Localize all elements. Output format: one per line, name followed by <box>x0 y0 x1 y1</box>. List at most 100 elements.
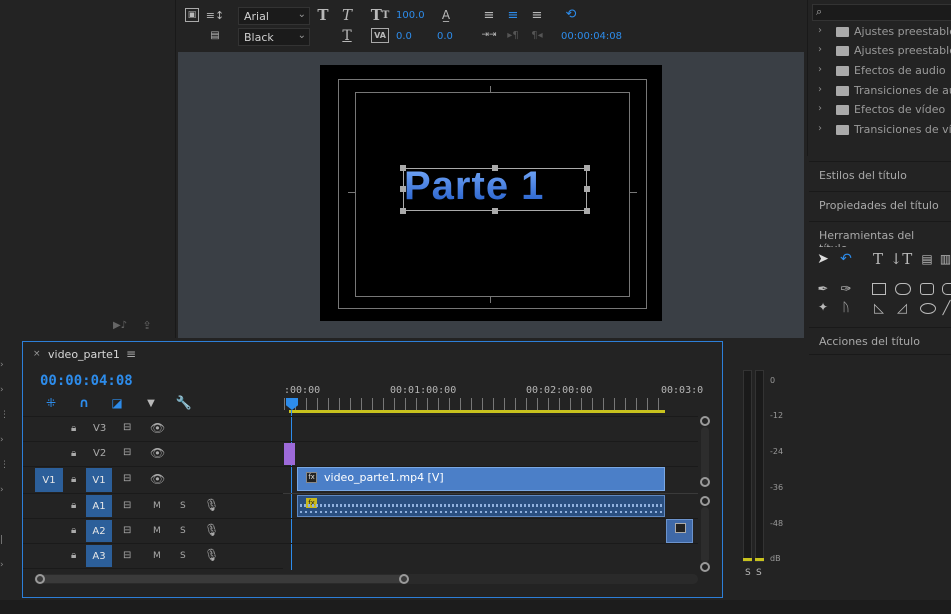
source-patch-v1[interactable]: V1 <box>35 468 63 492</box>
selection-tool-icon[interactable]: ➤ <box>815 251 831 267</box>
work-area-bar[interactable] <box>289 410 665 413</box>
resize-handle[interactable] <box>400 208 406 214</box>
rotation-tool-icon[interactable]: ↶ <box>838 251 854 267</box>
sync-lock-icon[interactable]: ⊟ <box>123 500 131 511</box>
tracking-value[interactable]: 0.0 <box>437 31 453 42</box>
ruler-ticks[interactable] <box>284 398 664 410</box>
kerning-value[interactable]: 0.0 <box>396 31 412 42</box>
export-frame-icon[interactable]: ▶♪ <box>112 318 128 332</box>
type-tool-icon[interactable]: T <box>870 250 886 268</box>
tool-icon[interactable]: › <box>0 385 4 395</box>
rectangle-tool-icon[interactable] <box>872 283 886 295</box>
track-label-v1[interactable]: V1 <box>86 468 112 492</box>
sequence-tab[interactable]: video_parte1 <box>48 348 120 361</box>
path-type-tool-icon[interactable]: ✒ <box>815 281 831 297</box>
sync-lock-icon[interactable]: ⊟ <box>123 525 131 536</box>
tool-icon[interactable]: › <box>0 360 4 370</box>
lock-icon[interactable]: 🔒︎ <box>71 423 76 434</box>
track-label-v2[interactable]: V2 <box>93 448 106 459</box>
resize-handle[interactable] <box>584 208 590 214</box>
scroll-handle-left[interactable] <box>35 574 45 584</box>
resize-handle[interactable] <box>492 208 498 214</box>
resize-handle[interactable] <box>584 186 590 192</box>
title-clip-v2[interactable] <box>284 443 295 465</box>
sync-lock-icon[interactable]: ⊟ <box>123 473 131 484</box>
eye-icon[interactable]: 👁︎ <box>150 421 165 435</box>
solo-button[interactable]: S <box>180 551 186 561</box>
title-styles-header[interactable]: Estilos del título <box>809 161 951 189</box>
sync-lock-icon[interactable]: ⊟ <box>123 422 131 433</box>
snap-magnet-icon[interactable]: ∩ <box>76 396 92 411</box>
track-label-a1[interactable]: A1 <box>86 495 112 517</box>
horizontal-scroll-thumb[interactable] <box>36 575 408 583</box>
title-actions-header[interactable]: Acciones del título <box>809 327 951 355</box>
audio-clip-a1[interactable]: fx <box>297 495 665 517</box>
resize-handle[interactable] <box>584 165 590 171</box>
lock-icon[interactable]: 🔒︎ <box>71 448 76 459</box>
title-properties-header[interactable]: Propiedades del título <box>809 191 951 219</box>
selection-bounding-box[interactable] <box>403 168 587 211</box>
sync-lock-icon[interactable]: ⊟ <box>123 447 131 458</box>
template-icon[interactable]: ▤ <box>207 28 223 42</box>
vertical-scroll-handle[interactable] <box>700 477 710 487</box>
scroll-handle-right[interactable] <box>399 574 409 584</box>
solo-button[interactable]: S <box>180 501 186 511</box>
nest-icon[interactable]: ⁜ <box>43 396 59 410</box>
toolbar-timecode[interactable]: 00:00:04:08 <box>561 31 622 42</box>
share-icon[interactable]: ⇪ <box>140 318 154 332</box>
mute-button[interactable]: M <box>153 551 161 561</box>
font-family-select[interactable]: Arial ⌄ <box>238 7 310 25</box>
tool-icon[interactable]: › <box>0 560 4 570</box>
vertical-scroll-track[interactable] <box>701 507 709 563</box>
tool-icon[interactable]: › <box>0 435 4 445</box>
solo-right-button[interactable]: S <box>756 568 762 578</box>
video-clip-v1[interactable]: fx video_parte1.mp4 [V] <box>297 467 665 491</box>
resize-handle[interactable] <box>492 165 498 171</box>
transition-clip[interactable] <box>666 519 693 543</box>
background-video-icon[interactable]: ▣ <box>185 8 199 22</box>
title-tools-header[interactable]: Herramientas del título <box>809 221 951 255</box>
lock-icon[interactable]: 🔒︎ <box>71 550 76 561</box>
lock-icon[interactable]: 🔒︎ <box>71 474 76 485</box>
clipped-rectangle-tool-icon[interactable] <box>920 283 934 295</box>
tab-stops-icon[interactable]: ⇥⇥ <box>481 28 497 42</box>
vertical-type-tool-icon[interactable]: ↓T <box>890 250 913 268</box>
vertical-area-type-icon[interactable]: ▥ <box>940 251 951 267</box>
microphone-icon[interactable]: 🎙︎ <box>204 523 219 537</box>
microphone-icon[interactable]: 🎙︎ <box>204 498 219 512</box>
resize-handle[interactable] <box>400 186 406 192</box>
lock-icon[interactable]: 🔒︎ <box>71 525 76 536</box>
solo-left-button[interactable]: S <box>745 568 751 578</box>
track-label-a2[interactable]: A2 <box>86 520 112 542</box>
vertical-scroll-handle[interactable] <box>700 416 710 426</box>
microphone-icon[interactable]: 🎙︎ <box>204 548 219 562</box>
font-style-select[interactable]: Black ⌄ <box>238 28 310 46</box>
rounded-corner-tool-icon[interactable] <box>942 283 951 295</box>
lock-icon[interactable]: 🔒︎ <box>71 500 76 511</box>
area-type-tool-icon[interactable]: ▤ <box>919 251 935 267</box>
wrench-settings-icon[interactable]: 🔧 <box>176 396 192 411</box>
font-size-value[interactable]: 100.0 <box>396 10 425 21</box>
bold-icon[interactable]: T <box>316 6 330 24</box>
search-box[interactable]: ⌕ <box>812 4 951 21</box>
linked-selection-icon[interactable]: ◪ <box>109 396 125 410</box>
align-center-icon[interactable]: ≡ <box>505 7 521 23</box>
rounded-rectangle-tool-icon[interactable] <box>895 283 911 295</box>
tool-icon[interactable]: ⋮ <box>0 410 9 420</box>
paragraph-icon[interactable]: ▸¶ <box>505 28 521 42</box>
vertical-scroll-handle[interactable] <box>700 496 710 506</box>
roll-crawl-icon[interactable]: ≡↕ <box>206 8 224 22</box>
arc-tool-icon[interactable]: ◿ <box>894 301 910 316</box>
align-left-icon[interactable]: ≡ <box>481 7 497 23</box>
align-right-icon[interactable]: ≡ <box>529 7 545 23</box>
pen-tool-icon[interactable]: ✑ <box>838 281 854 297</box>
convert-anchor-icon[interactable]: ᚢ <box>838 299 854 315</box>
track-label-v3[interactable]: V3 <box>93 423 106 434</box>
timeline-timecode[interactable]: 00:00:04:08 <box>40 373 133 389</box>
mute-button[interactable]: M <box>153 501 161 511</box>
eye-icon[interactable]: 👁︎ <box>150 472 165 486</box>
sync-lock-icon[interactable]: ⊟ <box>123 550 131 561</box>
line-tool-icon[interactable]: ╱ <box>942 301 951 316</box>
track-label-a3[interactable]: A3 <box>86 545 112 567</box>
tool-icon[interactable]: | <box>0 535 3 545</box>
